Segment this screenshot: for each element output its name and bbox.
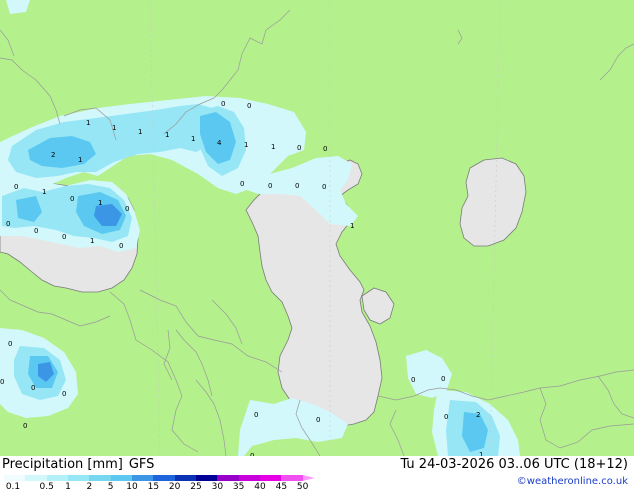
- color-scale-swatch: [46, 475, 69, 481]
- valid-time: Tu 24-03-2026 03..06 UTC (18+12): [400, 457, 628, 472]
- value-label: 0: [323, 145, 327, 153]
- value-label: 0: [0, 378, 4, 386]
- value-label: 1: [42, 188, 46, 196]
- color-scale-tick: 50: [296, 482, 309, 492]
- color-scale-tick: 35: [232, 482, 245, 492]
- value-label: 0: [70, 195, 74, 203]
- model-name: GFS: [128, 457, 155, 472]
- legend-footer: Precipitation [mm] GFS Tu 24-03-2026 03..…: [0, 456, 634, 492]
- value-label: 4: [217, 139, 222, 147]
- color-scale-swatch: [110, 475, 133, 481]
- value-label: 0: [62, 233, 66, 241]
- value-label: 0: [34, 227, 38, 235]
- value-label: 0: [322, 183, 326, 191]
- color-scale-swatch: [4, 475, 26, 481]
- value-label: 2: [51, 151, 55, 159]
- value-label: 0: [6, 220, 10, 228]
- color-scale-swatch: [25, 475, 48, 481]
- color-scale-tick: 2: [86, 482, 93, 492]
- color-scale-tick: 20: [168, 482, 181, 492]
- value-label: 1: [191, 135, 195, 143]
- value-label: 0: [268, 182, 272, 190]
- value-label: 0: [62, 390, 66, 398]
- color-scale-tick: 0.5: [39, 482, 54, 492]
- map-title: Precipitation [mm] GFS: [2, 457, 154, 472]
- color-scale-swatch: [196, 475, 218, 481]
- color-scale-swatch: [302, 475, 315, 481]
- value-label: 0: [411, 376, 415, 384]
- value-label: 1: [244, 141, 248, 149]
- color-scale-swatch: [238, 475, 261, 481]
- value-label: 0: [221, 100, 225, 108]
- color-scale-tick: 10: [126, 482, 138, 492]
- value-label: 1: [78, 156, 82, 164]
- color-scale-swatch: [217, 475, 240, 481]
- value-label: 0: [119, 242, 123, 250]
- color-scale-tick: 0.1: [5, 482, 21, 492]
- color-scale-swatch: [281, 475, 304, 481]
- map-canvas: 1 1 1 1 1 2 1 1 4 1 1 1 0 0 0 0 0 0 0 0 …: [0, 0, 634, 456]
- value-label: 0: [14, 183, 18, 191]
- color-scale-tick: 30: [211, 482, 224, 492]
- title-text: Precipitation [mm]: [2, 457, 123, 472]
- color-scale-tick: 45: [275, 482, 288, 492]
- color-scale-tick: 1: [65, 482, 71, 492]
- value-label: 0: [240, 180, 244, 188]
- value-label: 0: [23, 422, 27, 430]
- color-scale-swatch: [260, 475, 282, 481]
- value-label: 0: [444, 413, 448, 421]
- value-label: 2: [476, 411, 480, 419]
- precipitation-map[interactable]: 1 1 1 1 1 2 1 1 4 1 1 1 0 0 0 0 0 0 0 0 …: [0, 0, 634, 456]
- value-label: 0: [441, 375, 445, 383]
- value-label: 0: [247, 102, 251, 110]
- color-scale-tick: 5: [107, 482, 114, 492]
- color-scale-bar: [4, 475, 328, 481]
- value-label: 0: [125, 205, 129, 213]
- value-label: 1: [271, 143, 275, 151]
- value-label: 0: [295, 182, 299, 190]
- value-label: 1: [138, 128, 142, 136]
- color-scale-swatch: [68, 475, 90, 481]
- value-label: 0: [31, 384, 35, 392]
- value-label: 1: [86, 119, 90, 127]
- value-label: 1: [90, 237, 94, 245]
- value-label: 1: [350, 222, 354, 230]
- color-scale-tick: 25: [190, 482, 202, 492]
- value-label: 0: [254, 411, 258, 419]
- value-label: 1: [98, 199, 102, 207]
- value-label: 0: [316, 416, 320, 424]
- value-label: 1: [112, 124, 116, 132]
- value-label: 0: [297, 144, 301, 152]
- value-label: 0: [8, 340, 12, 348]
- color-scale-tick: 40: [254, 482, 266, 492]
- color-scale-swatch: [174, 475, 197, 481]
- color-scale-swatch: [132, 475, 154, 481]
- credit-link[interactable]: ©weatheronline.co.uk: [517, 476, 628, 487]
- color-scale-swatch: [89, 475, 112, 481]
- color-scale-tick: 15: [147, 482, 160, 492]
- value-label: 1: [165, 131, 169, 139]
- color-scale-swatch: [153, 475, 176, 481]
